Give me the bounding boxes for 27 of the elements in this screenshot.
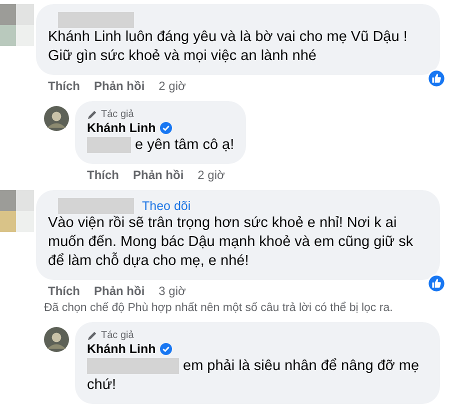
timestamp[interactable]: 2 giờ (158, 79, 186, 93)
action-link[interactable]: Thích (48, 284, 80, 298)
author-label: Tác giả (101, 330, 134, 341)
action-link[interactable]: Phản hồi (94, 79, 145, 93)
timestamp[interactable]: 3 giờ (158, 284, 186, 298)
author-label: Tác giả (101, 109, 134, 120)
pencil-icon (87, 330, 98, 341)
action-link[interactable]: Thích (87, 168, 119, 182)
comment-text: Khánh Linh luôn đáng yêu và là bờ vai cho mẹ Vũ Dậu ! Giữ gìn sức khoẻ và mọi việc an lành nhé (48, 29, 408, 64)
avatar[interactable] (44, 106, 69, 131)
like-icon[interactable] (427, 274, 446, 293)
blurred-avatar[interactable] (0, 4, 34, 46)
pencil-icon (87, 109, 98, 120)
comment-text: Vào viện rồi sẽ trân trọng hơn sức khoẻ e nhỉ! Nơi k ai muốn đến. Mong bác Dậu mạnh khoẻ và em cũng giữ sk để làm chỗ dựa cho mẹ, e nhé! (48, 215, 414, 269)
comment-text: e yên tâm cô ạ! (135, 137, 234, 153)
filter-notice: Đã chọn chế độ Phù hợp nhất nên một số câu trả lời có thể bị lọc ra. (43, 302, 394, 316)
author-name[interactable]: Khánh Linh (87, 342, 156, 356)
action-link[interactable]: Phản hồi (133, 168, 184, 182)
timestamp[interactable]: 2 giờ (198, 168, 225, 182)
blurred-avatar[interactable] (0, 190, 34, 232)
action-link[interactable]: Phản hồi (94, 284, 145, 298)
avatar[interactable] (44, 327, 69, 352)
action-link[interactable]: Thích (48, 79, 80, 93)
follow-link[interactable]: Theo dõi (142, 199, 191, 213)
author-name[interactable]: Khánh Linh (87, 121, 156, 135)
like-icon[interactable] (427, 69, 446, 88)
comment-text: em phải là siêu nhân để nâng đỡ mẹ chứ! (87, 358, 420, 393)
